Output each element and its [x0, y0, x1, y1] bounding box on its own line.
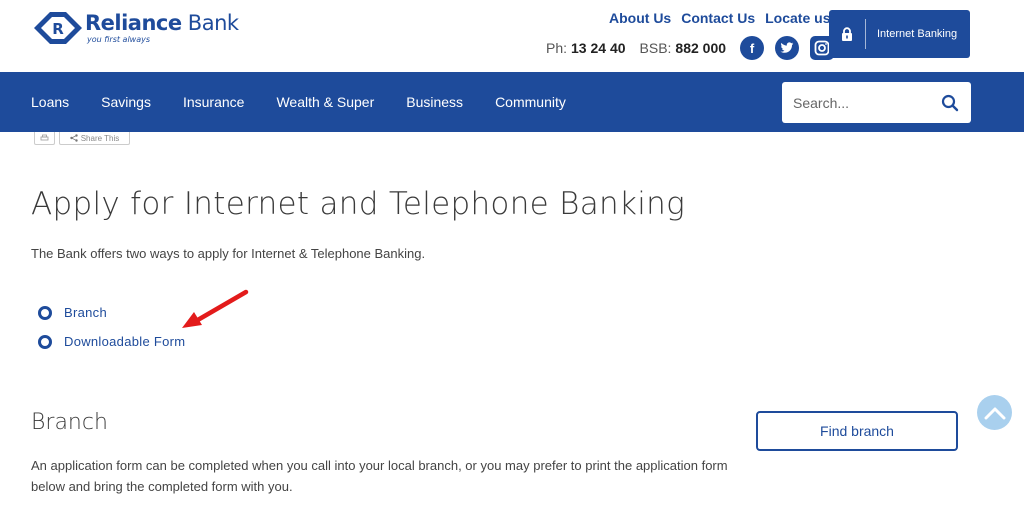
chevron-up-icon — [984, 407, 1005, 419]
annotation-arrow-icon — [182, 289, 249, 328]
bsb-label: BSB: — [639, 40, 672, 56]
twitter-icon[interactable] — [775, 36, 800, 60]
print-icon[interactable] — [34, 132, 55, 145]
main-nav: Loans Savings Insurance Wealth & Super B… — [0, 72, 1024, 132]
facebook-icon[interactable]: f — [740, 36, 765, 60]
branch-section-text: An application form can be completed whe… — [31, 458, 728, 494]
share-icon — [70, 134, 78, 142]
search-input[interactable] — [793, 94, 933, 111]
share-button[interactable]: Share This — [59, 132, 130, 145]
option-downloadable-form-label[interactable]: Downloadable Form — [64, 334, 185, 349]
brand-logo[interactable]: R Reliance Bank you first always — [33, 11, 239, 45]
locate-us-link[interactable]: Locate us — [765, 10, 830, 26]
internet-banking-button[interactable]: Internet Banking — [829, 10, 970, 58]
phone-label: Ph: — [546, 40, 568, 56]
search-icon[interactable] — [941, 94, 959, 112]
brand-tagline: you first always — [87, 34, 151, 44]
bsb-number: 882 000 — [675, 40, 727, 56]
nav-community[interactable]: Community — [495, 94, 566, 110]
nav-wealth-super[interactable]: Wealth & Super — [276, 94, 374, 110]
nav-business[interactable]: Business — [406, 94, 463, 110]
internet-banking-label: Internet Banking — [877, 28, 958, 40]
utility-bar: Share This — [34, 132, 130, 145]
page-title: Apply for Internet and Telephone Banking — [31, 186, 686, 222]
brand-name-light: Bank — [181, 10, 239, 35]
back-to-top-button[interactable] — [977, 395, 1012, 430]
radio-icon[interactable] — [38, 305, 52, 320]
contact-us-link[interactable]: Contact Us — [681, 10, 755, 26]
top-header: R Reliance Bank you first always About U… — [0, 0, 1024, 72]
find-branch-button[interactable]: Find branch — [756, 411, 958, 451]
nav-savings[interactable]: Savings — [101, 94, 151, 110]
contact-info: Ph: 13 24 40 BSB: 882 000 f — [546, 36, 835, 60]
nav-loans[interactable]: Loans — [31, 94, 69, 110]
option-downloadable-form[interactable]: Downloadable Form — [38, 327, 185, 356]
social-links: f — [740, 36, 835, 60]
svg-text:R: R — [52, 20, 64, 38]
option-branch-label[interactable]: Branch — [64, 305, 107, 320]
option-branch[interactable]: Branch — [38, 298, 185, 327]
radio-icon[interactable] — [38, 334, 52, 349]
top-links: About Us Contact Us Locate us — [609, 10, 830, 26]
share-label: Share This — [80, 133, 120, 143]
apply-options: Branch Downloadable Form — [38, 298, 185, 356]
phone-number[interactable]: 13 24 40 — [571, 40, 626, 56]
reliance-logo-mark: R — [34, 12, 82, 44]
branch-section-title: Branch — [31, 410, 108, 435]
about-us-link[interactable]: About Us — [609, 10, 671, 26]
search-box — [782, 82, 971, 123]
brand-name-bold: Reliance — [85, 10, 182, 35]
lock-icon — [829, 19, 866, 49]
intro-text: The Bank offers two ways to apply for In… — [31, 246, 426, 261]
nav-insurance[interactable]: Insurance — [183, 94, 244, 110]
